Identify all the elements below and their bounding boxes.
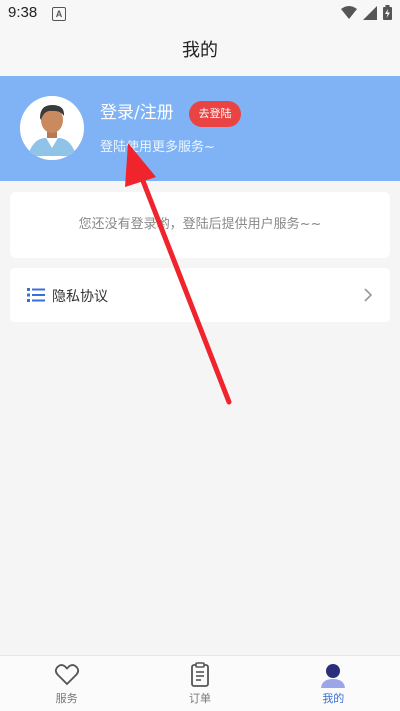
- go-login-button[interactable]: 去登陆: [189, 101, 241, 127]
- tab-mine-label: 我的: [322, 692, 345, 705]
- avatar[interactable]: [20, 96, 84, 160]
- status-time: 9:38: [8, 4, 38, 21]
- login-notice-text: 您还没有登录哟，登陆后提供用户服务~~: [78, 217, 322, 232]
- privacy-policy-item[interactable]: 隐私协议: [10, 268, 390, 322]
- page-title: 我的: [182, 40, 218, 61]
- tab-orders[interactable]: 订单: [133, 656, 266, 711]
- order-icon: [187, 662, 213, 688]
- page-header: 我的: [0, 28, 400, 76]
- heart-icon: [54, 662, 80, 688]
- person-icon: [320, 662, 346, 688]
- login-subtitle: 登陆使用更多服务~: [100, 140, 215, 155]
- privacy-policy-label: 隐私协议: [52, 289, 108, 305]
- list-icon: [27, 287, 45, 303]
- status-icons: [341, 5, 392, 24]
- bottom-tab-bar: 服务 订单 我的: [0, 655, 400, 711]
- chevron-right-icon: [364, 287, 373, 302]
- status-bar: 9:38 A: [0, 0, 400, 28]
- tab-orders-label: 订单: [188, 692, 211, 705]
- notification-icon: A: [52, 7, 66, 21]
- default-avatar-icon: [20, 96, 84, 160]
- login-notice-card: 您还没有登录哟，登陆后提供用户服务~~: [10, 192, 390, 258]
- login-register-link[interactable]: 登录/注册: [100, 98, 174, 123]
- wifi-icon: [341, 5, 357, 24]
- tab-service[interactable]: 服务: [0, 656, 133, 711]
- profile-banner[interactable]: 登录/注册 去登陆 登陆使用更多服务~: [0, 76, 400, 181]
- tab-mine[interactable]: 我的: [267, 656, 400, 711]
- battery-icon: [383, 5, 392, 24]
- tab-service-label: 服务: [55, 692, 78, 705]
- signal-icon: [363, 5, 377, 24]
